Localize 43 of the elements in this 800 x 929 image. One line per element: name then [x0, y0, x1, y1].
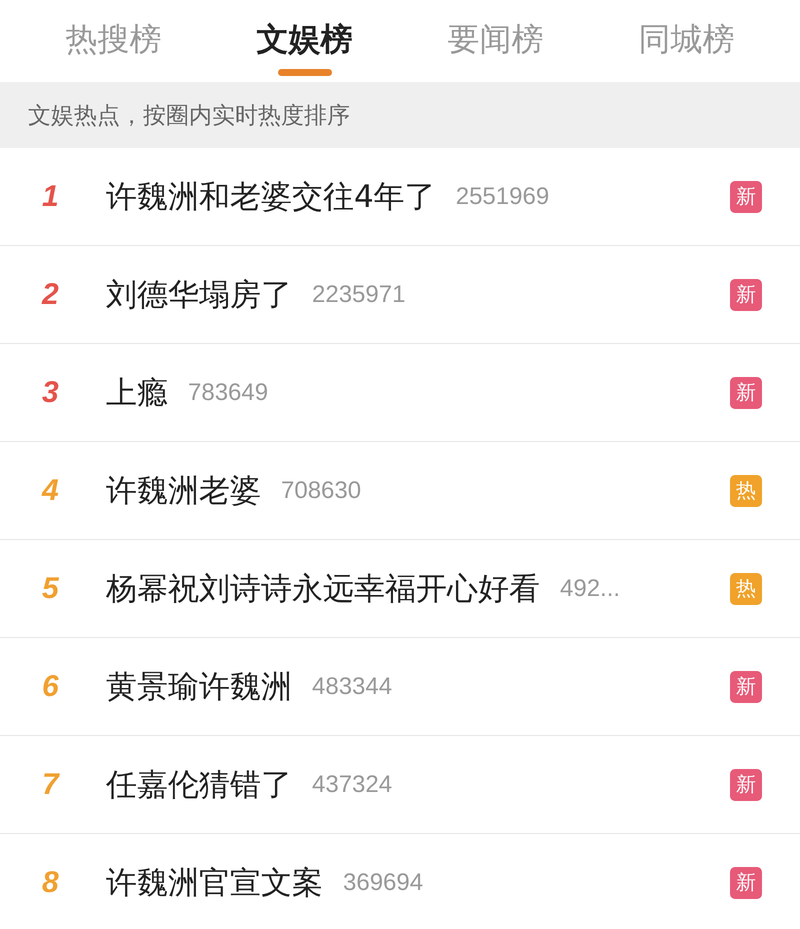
heat-count: 492... — [560, 574, 620, 602]
topic-title: 上瘾 — [106, 374, 168, 412]
topic-title: 许魏洲官宣文案 — [106, 864, 323, 902]
rank-number: 3 — [42, 376, 60, 410]
heat-count: 437324 — [312, 770, 392, 798]
trending-item[interactable]: 6 黄景瑜许魏洲 483344 新 — [0, 638, 800, 736]
rank-number: 1 — [42, 180, 60, 214]
topic-title: 任嘉伦猜错了 — [106, 766, 292, 804]
rank-number: 6 — [42, 670, 60, 704]
topic-title: 许魏洲和老婆交往4年了 — [106, 178, 436, 216]
topic-title: 黄景瑜许魏洲 — [106, 668, 292, 706]
trending-item[interactable]: 3 上瘾 783649 新 — [0, 344, 800, 442]
heat-count: 2551969 — [456, 182, 550, 210]
rank-number: 4 — [42, 474, 60, 508]
rank-number: 8 — [42, 866, 60, 900]
topic-badge: 新 — [730, 866, 762, 898]
topic-badge: 新 — [730, 180, 762, 212]
tab[interactable]: 文娱榜 — [234, 0, 374, 82]
topic-badge: 新 — [730, 278, 762, 310]
topic-title: 刘德华塌房了 — [106, 276, 292, 314]
topic-badge: 新 — [730, 768, 762, 800]
trending-item[interactable]: 2 刘德华塌房了 2235971 新 — [0, 246, 800, 344]
heat-count: 783649 — [188, 378, 268, 406]
topic-title: 杨幂祝刘诗诗永远幸福开心好看 — [106, 570, 540, 608]
rank-number: 7 — [42, 768, 61, 802]
trending-item[interactable]: 8 许魏洲官宣文案 369694 新 — [0, 834, 800, 929]
rank-number: 2 — [42, 278, 60, 312]
trending-item[interactable]: 5 杨幂祝刘诗诗永远幸福开心好看 492... 热 — [0, 540, 800, 638]
topic-badge: 热 — [730, 572, 762, 604]
topic-badge: 新 — [730, 670, 762, 702]
topic-badge: 新 — [730, 376, 762, 408]
topic-title: 许魏洲老婆 — [106, 472, 261, 510]
trending-item[interactable]: 7 任嘉伦猜错了 437324 新 — [0, 736, 800, 834]
tab-indicator — [278, 69, 332, 76]
heat-count: 2235971 — [312, 280, 406, 308]
trending-item[interactable]: 1 许魏洲和老婆交往4年了 2551969 新 — [0, 148, 800, 246]
heat-count: 483344 — [312, 672, 392, 700]
rank-number: 5 — [42, 572, 60, 606]
heat-count: 369694 — [343, 868, 424, 896]
section-description: 文娱热点，按圈内实时热度排序 — [28, 102, 350, 130]
trending-item[interactable]: 4 许魏洲老婆 708630 热 — [0, 442, 800, 540]
heat-count: 708630 — [281, 476, 362, 504]
topic-badge: 热 — [730, 474, 762, 506]
